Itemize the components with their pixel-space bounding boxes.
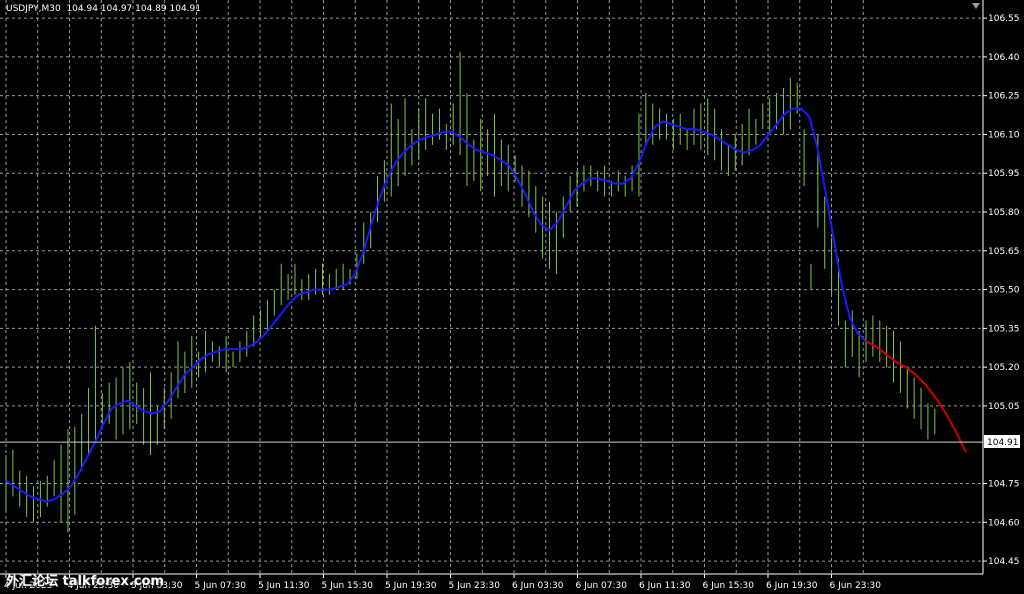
price-tick-label: 105.95 xyxy=(988,169,1020,179)
chart-shift-marker[interactable] xyxy=(972,3,980,9)
price-tick-label: 104.60 xyxy=(988,518,1020,528)
time-tick-label: 6 Jun 03:30 xyxy=(512,581,564,591)
price-tick-label: 106.10 xyxy=(988,130,1020,140)
moving-average-line xyxy=(5,107,867,503)
watermark: 外汇论坛 talkforex.com xyxy=(6,574,164,589)
price-tick-label: 104.45 xyxy=(988,557,1020,567)
symbol-name: USDJPY,M30 xyxy=(6,4,61,14)
current-price-tag: 104.91 xyxy=(984,435,1020,448)
price-tick-label: 106.40 xyxy=(988,53,1020,63)
price-tick-label: 105.35 xyxy=(988,324,1020,334)
price-tick-label: 105.65 xyxy=(988,247,1020,257)
price-tick-label: 106.25 xyxy=(988,92,1020,102)
price-tick-label: 106.55 xyxy=(988,14,1020,24)
price-tick-label: 105.50 xyxy=(988,286,1020,296)
symbol-header: USDJPY,M30 104.94 104.97 104.89 104.91 xyxy=(6,4,201,14)
time-tick-label: 5 Jun 15:30 xyxy=(322,581,374,591)
price-tick-label: 105.80 xyxy=(988,208,1020,218)
time-tick-label: 5 Jun 11:30 xyxy=(258,581,310,591)
price-tick-label: 104.75 xyxy=(988,480,1020,490)
chart-grid xyxy=(0,0,983,574)
time-tick-label: 6 Jun 15:30 xyxy=(703,581,755,591)
time-tick-label: 5 Jun 07:30 xyxy=(195,581,247,591)
price-chart[interactable]: 106.55 106.40 106.25 106.10 105.95 105.80 105.… xyxy=(0,0,1024,594)
time-tick-label: 6 Jun 11:30 xyxy=(639,581,691,591)
price-tick-label: 105.05 xyxy=(988,402,1020,412)
projection-line xyxy=(865,340,967,453)
price-axis: 106.55 106.40 106.25 106.10 105.95 105.80 105.… xyxy=(983,14,1020,567)
current-price-label: 104.91 xyxy=(987,438,1019,448)
chart-window: 106.55 106.40 106.25 106.10 105.95 105.80 105.… xyxy=(0,0,1024,594)
time-tick-label: 5 Jun 23:30 xyxy=(449,581,501,591)
symbol-ohlc: 104.94 104.97 104.89 104.91 xyxy=(66,4,201,14)
time-tick-label: 6 Jun 07:30 xyxy=(576,581,628,591)
time-tick-label: 6 Jun 23:30 xyxy=(830,581,882,591)
price-tick-label: 105.20 xyxy=(988,363,1020,373)
time-tick-label: 5 Jun 19:30 xyxy=(385,581,437,591)
time-tick-label: 6 Jun 19:30 xyxy=(766,581,818,591)
price-bars xyxy=(5,51,936,533)
